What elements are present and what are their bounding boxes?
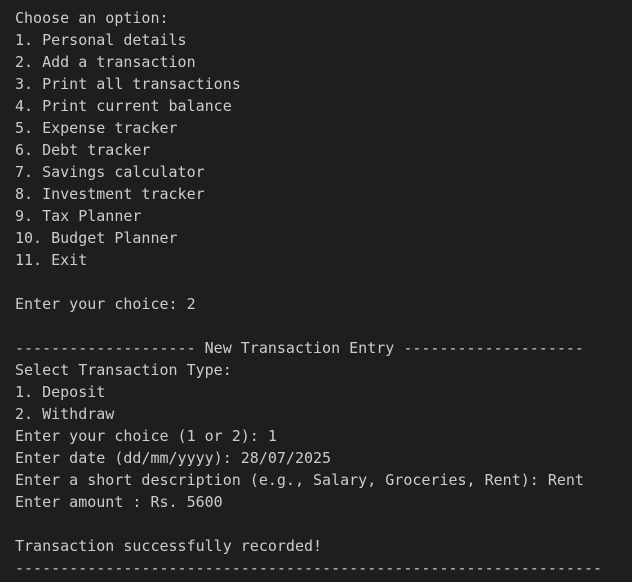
menu-option-expense-tracker: 5. Expense tracker [15,119,178,137]
menu-option-budget-planner: 10. Budget Planner [15,229,178,247]
menu-option-tax-planner: 9. Tax Planner [15,207,142,225]
transaction-type-choice-line: Enter your choice (1 or 2): 1 [15,427,277,445]
terminal-output[interactable]: Choose an option: 1. Personal details 2.… [0,0,632,582]
transaction-description-line: Enter a short description (e.g., Salary,… [15,471,584,489]
menu-option-debt-tracker: 6. Debt tracker [15,141,151,159]
menu-option-add-transaction: 2. Add a transaction [15,53,196,71]
menu-option-personal-details: 1. Personal details [15,31,187,49]
menu-option-investment-tracker: 8. Investment tracker [15,185,205,203]
menu-choice-input-line: Enter your choice: 2 [15,295,196,313]
transaction-type-option-withdraw: 2. Withdraw [15,405,115,423]
transaction-type-option-deposit: 1. Deposit [15,383,106,401]
transaction-success-message: Transaction successfully recorded! [15,537,323,555]
menu-option-print-balance: 4. Print current balance [15,97,232,115]
menu-option-exit: 11. Exit [15,251,88,269]
transaction-amount-line: Enter amount : Rs. 5600 [15,493,223,511]
transaction-date-line: Enter date (dd/mm/yyyy): 28/07/2025 [15,449,332,467]
transaction-footer-rule: ----------------------------------------… [15,559,602,577]
menu-option-print-transactions: 3. Print all transactions [15,75,241,93]
menu-prompt: Choose an option: [15,9,169,27]
menu-option-savings-calculator: 7. Savings calculator [15,163,205,181]
transaction-type-prompt: Select Transaction Type: [15,361,232,379]
transaction-section-header: -------------------- New Transaction Ent… [15,339,584,357]
